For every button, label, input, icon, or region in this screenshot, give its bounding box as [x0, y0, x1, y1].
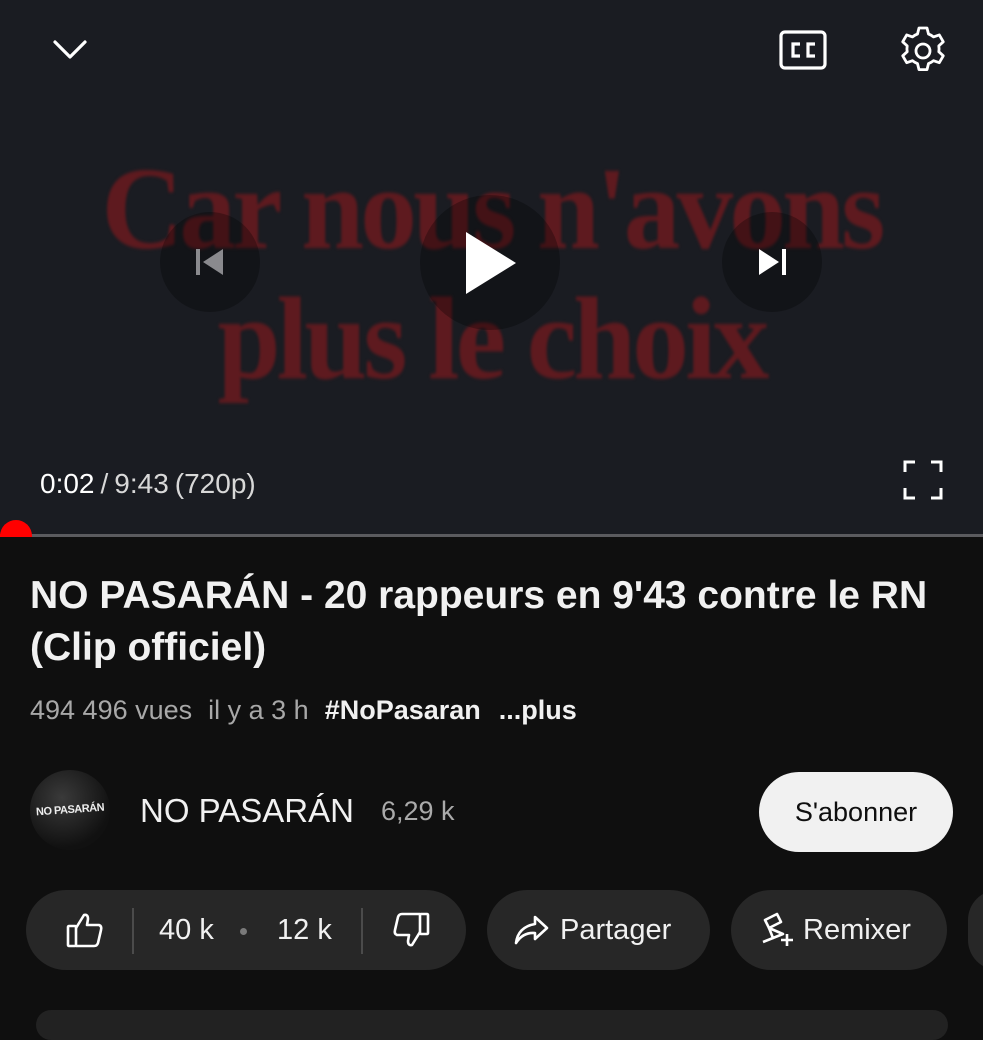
closed-captions-icon[interactable]: [772, 22, 834, 78]
channel-name[interactable]: NO PASARÁN: [140, 792, 354, 830]
channel-avatar[interactable]: NO PASARÁN: [30, 770, 110, 850]
hashtag-link[interactable]: #NoPasaran: [325, 695, 481, 726]
dislike-count[interactable]: 12 k: [277, 914, 332, 947]
subscribe-button[interactable]: S'abonner: [759, 772, 953, 852]
gear-icon[interactable]: [890, 20, 956, 82]
thumbs-up-icon[interactable]: [66, 912, 104, 956]
time-total: 9:43: [114, 468, 169, 499]
remix-label: Remixer: [803, 914, 911, 946]
progress-scrubber[interactable]: [0, 520, 32, 537]
video-quality: (720p): [174, 468, 256, 499]
like-count[interactable]: 40 k: [159, 914, 214, 947]
skip-previous-icon[interactable]: [160, 212, 260, 312]
avatar-text: NO PASARÁN: [35, 801, 105, 819]
description-card-edge: [36, 1010, 948, 1040]
share-button[interactable]: Partager: [487, 890, 710, 970]
play-icon[interactable]: [420, 195, 560, 330]
playback-time: 0:02 / 9:43 (720p): [40, 468, 256, 500]
channel-row: NO PASARÁN NO PASARÁN 6,29 k S'abonner: [30, 770, 953, 852]
video-info-panel: NO PASARÁN - 20 rappeurs en 9'43 contre …: [0, 540, 983, 1024]
more-actions-button[interactable]: [968, 890, 983, 970]
remix-icon: [759, 912, 795, 956]
chevron-down-icon[interactable]: [40, 20, 100, 80]
divider: [361, 908, 363, 954]
action-bar: 40 k 12 k Partager Remixer: [26, 890, 983, 970]
skip-next-icon[interactable]: [722, 212, 822, 312]
divider: [132, 908, 134, 954]
video-meta[interactable]: 494 496 vues il y a 3 h #NoPasaran ...pl…: [30, 695, 577, 726]
share-label: Partager: [560, 914, 672, 946]
fullscreen-icon[interactable]: [895, 452, 951, 508]
time-separator: /: [100, 468, 109, 499]
progress-bar[interactable]: [0, 534, 983, 537]
remix-button[interactable]: Remixer: [731, 890, 947, 970]
share-arrow-icon: [513, 914, 549, 954]
more-link[interactable]: ...plus: [499, 695, 577, 726]
video-player[interactable]: Car nous n'avons plus le choix 0:02 / 9:…: [0, 0, 983, 537]
thumbs-down-icon[interactable]: [392, 912, 430, 956]
upload-age: il y a 3 h: [208, 695, 309, 725]
like-dislike-bar: 40 k 12 k: [26, 890, 466, 970]
separator-dot: [240, 928, 247, 935]
view-count: 494 496 vues: [30, 695, 193, 725]
video-title[interactable]: NO PASARÁN - 20 rappeurs en 9'43 contre …: [30, 570, 960, 674]
subscriber-count: 6,29 k: [381, 796, 455, 826]
time-current: 0:02: [40, 468, 95, 499]
